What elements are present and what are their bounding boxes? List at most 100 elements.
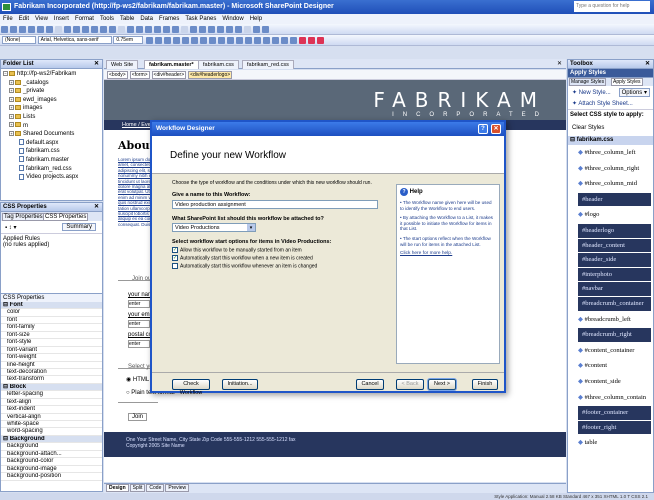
start-option-manual[interactable]: ✓ Allow this workflow to be manually star… bbox=[172, 247, 302, 253]
toolbar-button-icon[interactable] bbox=[46, 26, 53, 33]
format-button-icon[interactable] bbox=[245, 37, 253, 44]
breadcrumb-form[interactable]: <form> bbox=[129, 71, 150, 79]
style-item[interactable]: #interphoto bbox=[578, 267, 651, 282]
toolbar-button-icon[interactable] bbox=[172, 26, 179, 33]
toolbar-button-icon[interactable] bbox=[163, 26, 170, 33]
css-property-row[interactable]: white-space bbox=[1, 421, 102, 429]
style-item[interactable]: #header bbox=[578, 192, 651, 207]
initiation-button[interactable]: Initiation... bbox=[222, 379, 258, 390]
style-item[interactable]: ◆ #three_column_mid bbox=[568, 176, 653, 192]
sort-icon[interactable]: ▪ ↕ ▾ bbox=[5, 224, 16, 231]
style-item[interactable]: #header_content bbox=[578, 238, 651, 253]
toolbar-button-icon[interactable] bbox=[109, 26, 116, 33]
css-property-row[interactable]: background-color bbox=[1, 458, 102, 466]
start-option-changed[interactable]: Automatically start this workflow whenev… bbox=[172, 263, 317, 269]
toolbar-button-icon[interactable] bbox=[217, 26, 224, 33]
menu-item-table[interactable]: Table bbox=[117, 16, 137, 22]
expand-icon[interactable]: + bbox=[9, 96, 14, 102]
format-button-icon[interactable] bbox=[182, 37, 190, 44]
style-item[interactable]: ◆ #three_column_left bbox=[568, 145, 653, 161]
format-button-icon[interactable] bbox=[308, 37, 316, 44]
new-style-link[interactable]: ✦ New Style... bbox=[572, 89, 611, 96]
breadcrumb-headerlogo[interactable]: <div#headerlogo> bbox=[188, 71, 233, 79]
breadcrumb-body[interactable]: <body> bbox=[107, 71, 128, 79]
menu-item-data[interactable]: Data bbox=[137, 16, 156, 22]
format-button-icon[interactable] bbox=[272, 37, 280, 44]
css-category[interactable]: ⊟ Font bbox=[1, 302, 102, 310]
chevron-down-icon[interactable]: ▾ bbox=[247, 224, 255, 231]
tab-web-site[interactable]: Web Site bbox=[106, 60, 139, 69]
style-item[interactable]: ◆ #three_column_contain bbox=[568, 390, 653, 406]
toolbar-button-icon[interactable] bbox=[253, 26, 260, 33]
css-property-row[interactable]: letter-spacing bbox=[1, 391, 102, 399]
menu-item-frames[interactable]: Frames bbox=[156, 16, 182, 22]
email-input[interactable]: enter your e bbox=[128, 320, 150, 328]
help-search-input[interactable]: Type a question for help bbox=[574, 1, 650, 12]
style-item[interactable]: ◆ #logo bbox=[568, 207, 653, 223]
toolbar-button-icon[interactable] bbox=[127, 26, 134, 33]
format-button-icon[interactable] bbox=[236, 37, 244, 44]
menu-item-insert[interactable]: Insert bbox=[51, 16, 72, 22]
format-button-icon[interactable] bbox=[299, 37, 307, 44]
css-property-row[interactable]: font-style bbox=[1, 339, 102, 347]
format-button-icon[interactable] bbox=[263, 37, 271, 44]
workflow-name-input[interactable]: Video production assignment bbox=[172, 200, 378, 209]
folder-tree-item[interactable]: fabrikam.master bbox=[3, 156, 102, 165]
css-property-row[interactable]: font-variant bbox=[1, 347, 102, 355]
tab-fabrikam-css[interactable]: fabrikam.css bbox=[198, 60, 239, 69]
style-item[interactable]: #header_side bbox=[578, 253, 651, 267]
toolbar-button-icon[interactable] bbox=[199, 26, 206, 33]
tab-apply-styles[interactable]: Apply Styles bbox=[611, 78, 643, 86]
clear-styles-item[interactable]: Clear Styles bbox=[568, 120, 653, 136]
css-property-row[interactable]: text-indent bbox=[1, 406, 102, 414]
toolbar-button-icon[interactable] bbox=[181, 26, 188, 33]
toolbar-button-icon[interactable] bbox=[100, 26, 107, 33]
toolbar-button-icon[interactable] bbox=[19, 26, 26, 33]
folder-tree-item[interactable]: Video projects.aspx bbox=[3, 173, 102, 182]
expand-icon[interactable]: + bbox=[9, 113, 14, 119]
style-item[interactable]: ◆ #content_container bbox=[568, 343, 653, 359]
toolbar-button-icon[interactable] bbox=[154, 26, 161, 33]
tab-split[interactable]: Split bbox=[129, 484, 146, 492]
folder-tree-item[interactable]: + _private bbox=[3, 87, 102, 96]
format-button-icon[interactable] bbox=[164, 37, 172, 44]
format-button-icon[interactable] bbox=[191, 37, 199, 44]
back-button[interactable]: < Back bbox=[396, 379, 424, 390]
checkbox-created[interactable]: ✓ bbox=[172, 255, 178, 261]
format-button-icon[interactable] bbox=[227, 37, 235, 44]
toolbar-button-icon[interactable] bbox=[64, 26, 71, 33]
css-property-row[interactable]: background-image bbox=[1, 466, 102, 474]
help-icon[interactable]: ? bbox=[478, 124, 488, 134]
start-option-created[interactable]: ✓ Automatically start this workflow when … bbox=[172, 255, 313, 261]
cancel-button[interactable]: Cancel bbox=[356, 379, 384, 390]
folder-tree-item[interactable]: + Lists bbox=[3, 113, 102, 122]
next-button[interactable]: Next > bbox=[428, 379, 456, 390]
style-item[interactable]: ◆ #content_side bbox=[568, 374, 653, 390]
toolbar-button-icon[interactable] bbox=[226, 26, 233, 33]
expand-icon[interactable]: + bbox=[9, 88, 14, 94]
checkbox-changed[interactable] bbox=[172, 263, 178, 269]
tab-preview[interactable]: Preview bbox=[165, 484, 190, 492]
expand-icon[interactable]: + bbox=[9, 79, 14, 85]
breadcrumb-header[interactable]: <div#header> bbox=[151, 71, 187, 79]
toolbar-button-icon[interactable] bbox=[136, 26, 143, 33]
menu-item-view[interactable]: View bbox=[32, 16, 51, 22]
style-select[interactable]: (None) bbox=[2, 36, 36, 44]
tab-design[interactable]: Design bbox=[106, 484, 129, 492]
menu-item-help[interactable]: Help bbox=[247, 16, 265, 22]
toolbar-button-icon[interactable] bbox=[118, 26, 125, 33]
expand-icon[interactable]: + bbox=[9, 131, 14, 137]
stylesheet-group[interactable]: ⊟ fabrikam.css bbox=[568, 136, 653, 145]
style-item[interactable]: #footer_container bbox=[578, 406, 651, 420]
toolbar-button-icon[interactable] bbox=[190, 26, 197, 33]
folder-tree-item[interactable]: + _catalogs bbox=[3, 79, 102, 88]
folder-tree-item[interactable]: + m bbox=[3, 122, 102, 131]
format-button-icon[interactable] bbox=[254, 37, 262, 44]
format-button-icon[interactable] bbox=[155, 37, 163, 44]
css-property-row[interactable]: background bbox=[1, 443, 102, 451]
check-workflow-button[interactable]: Check Workflow bbox=[172, 379, 210, 396]
menu-item-format[interactable]: Format bbox=[72, 16, 97, 22]
css-property-row[interactable]: text-align bbox=[1, 399, 102, 407]
toolbar-button-icon[interactable] bbox=[73, 26, 80, 33]
style-item[interactable]: ◆ #three_column_right bbox=[568, 161, 653, 177]
